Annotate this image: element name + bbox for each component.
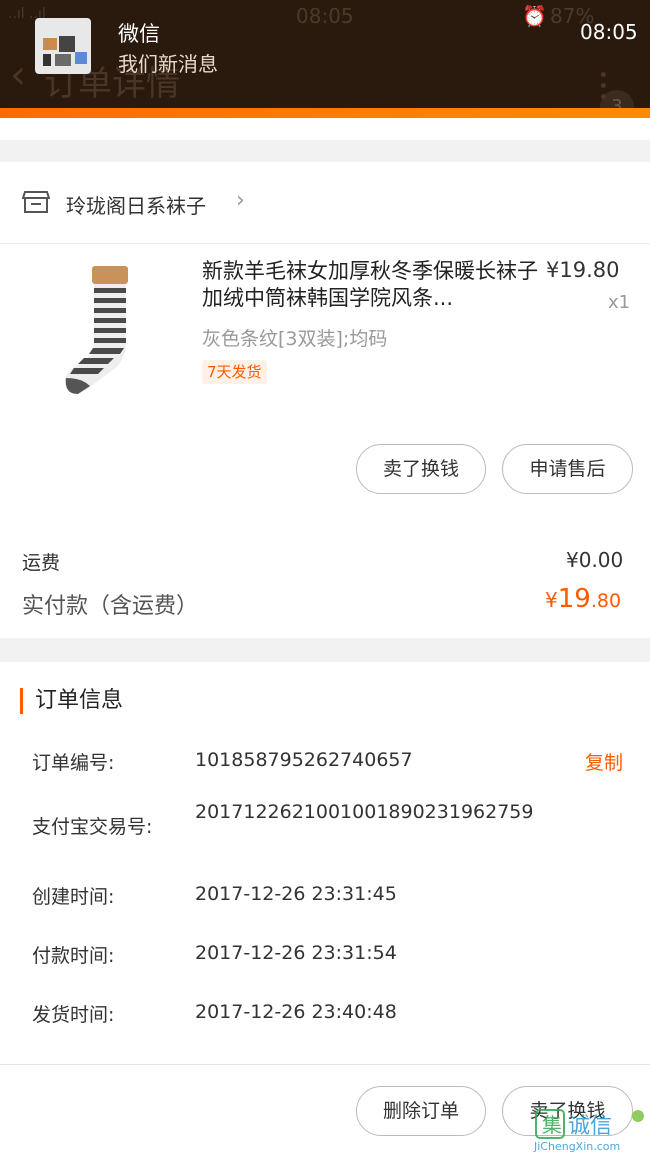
product-price: ¥19.80 [546,258,620,282]
svg-text:集: 集 [542,1113,562,1137]
shipping-tag: 7天发货 [202,360,267,384]
chevron-right-icon: › [236,188,245,213]
notification-app: 微信 [118,22,160,46]
order-number-label: 订单编号: [32,752,115,774]
wechat-avatar-icon [35,18,91,74]
wechat-notification[interactable]: 微信 我们新消息 08:05 [0,0,650,100]
header-accent-bar [0,108,650,118]
after-sale-button[interactable]: 申请售后 [502,444,633,494]
shop-icon [22,191,50,213]
created-time-label: 创建时间: [32,886,115,908]
watermark-icon: 集 诚信 [535,1109,644,1139]
delete-order-button[interactable]: 删除订单 [356,1086,486,1136]
order-info-card: 订单信息 订单编号: 101858795262740657 复制 支付宝交易号:… [0,662,650,1082]
sell-button[interactable]: 卖了换钱 [356,444,486,494]
ship-time-value: 2017-12-26 23:40:48 [195,1001,397,1023]
product-spec: 灰色条纹[3双装];均码 [202,328,388,350]
product-image[interactable] [60,262,150,402]
order-card: 玲珑阁日系袜子 › 新款羊毛袜女加厚秋冬季保暖长袜子加绒中筒袜韩国学院风条...… [0,162,650,638]
created-time-value: 2017-12-26 23:31:45 [195,883,397,905]
notification-time: 08:05 [580,20,638,44]
notification-message: 我们新消息 [118,52,218,76]
order-info-heading: 订单信息 [20,688,123,714]
watermark-logo: 集 诚信 JiChengXin.com [534,1106,650,1155]
paid-label: 实付款（含运费） [22,594,199,619]
copy-button[interactable]: 复制 [585,748,623,775]
svg-text:诚信: 诚信 [568,1114,612,1139]
shop-row[interactable]: 玲珑阁日系袜子 › [0,162,650,244]
product-title[interactable]: 新款羊毛袜女加厚秋冬季保暖长袜子加绒中筒袜韩国学院风条... [202,258,542,312]
paid-time-value: 2017-12-26 23:31:54 [195,942,397,964]
shop-name: 玲珑阁日系袜子 [66,194,206,218]
alipay-trade-label: 支付宝交易号: [32,816,153,838]
product-quantity: x1 [608,292,631,313]
alipay-trade-value: 2017122621001001890231962759 [195,801,534,823]
ship-time-label: 发货时间: [32,1004,115,1026]
paid-amount: ¥19.80 [545,584,622,614]
order-number-value: 101858795262740657 [195,749,413,771]
watermark-text: JiChengXin.com [534,1140,621,1153]
paid-time-label: 付款时间: [32,945,115,967]
header-spacer [0,118,650,140]
shipping-label: 运费 [22,552,61,574]
shipping-value: ¥0.00 [566,548,624,572]
